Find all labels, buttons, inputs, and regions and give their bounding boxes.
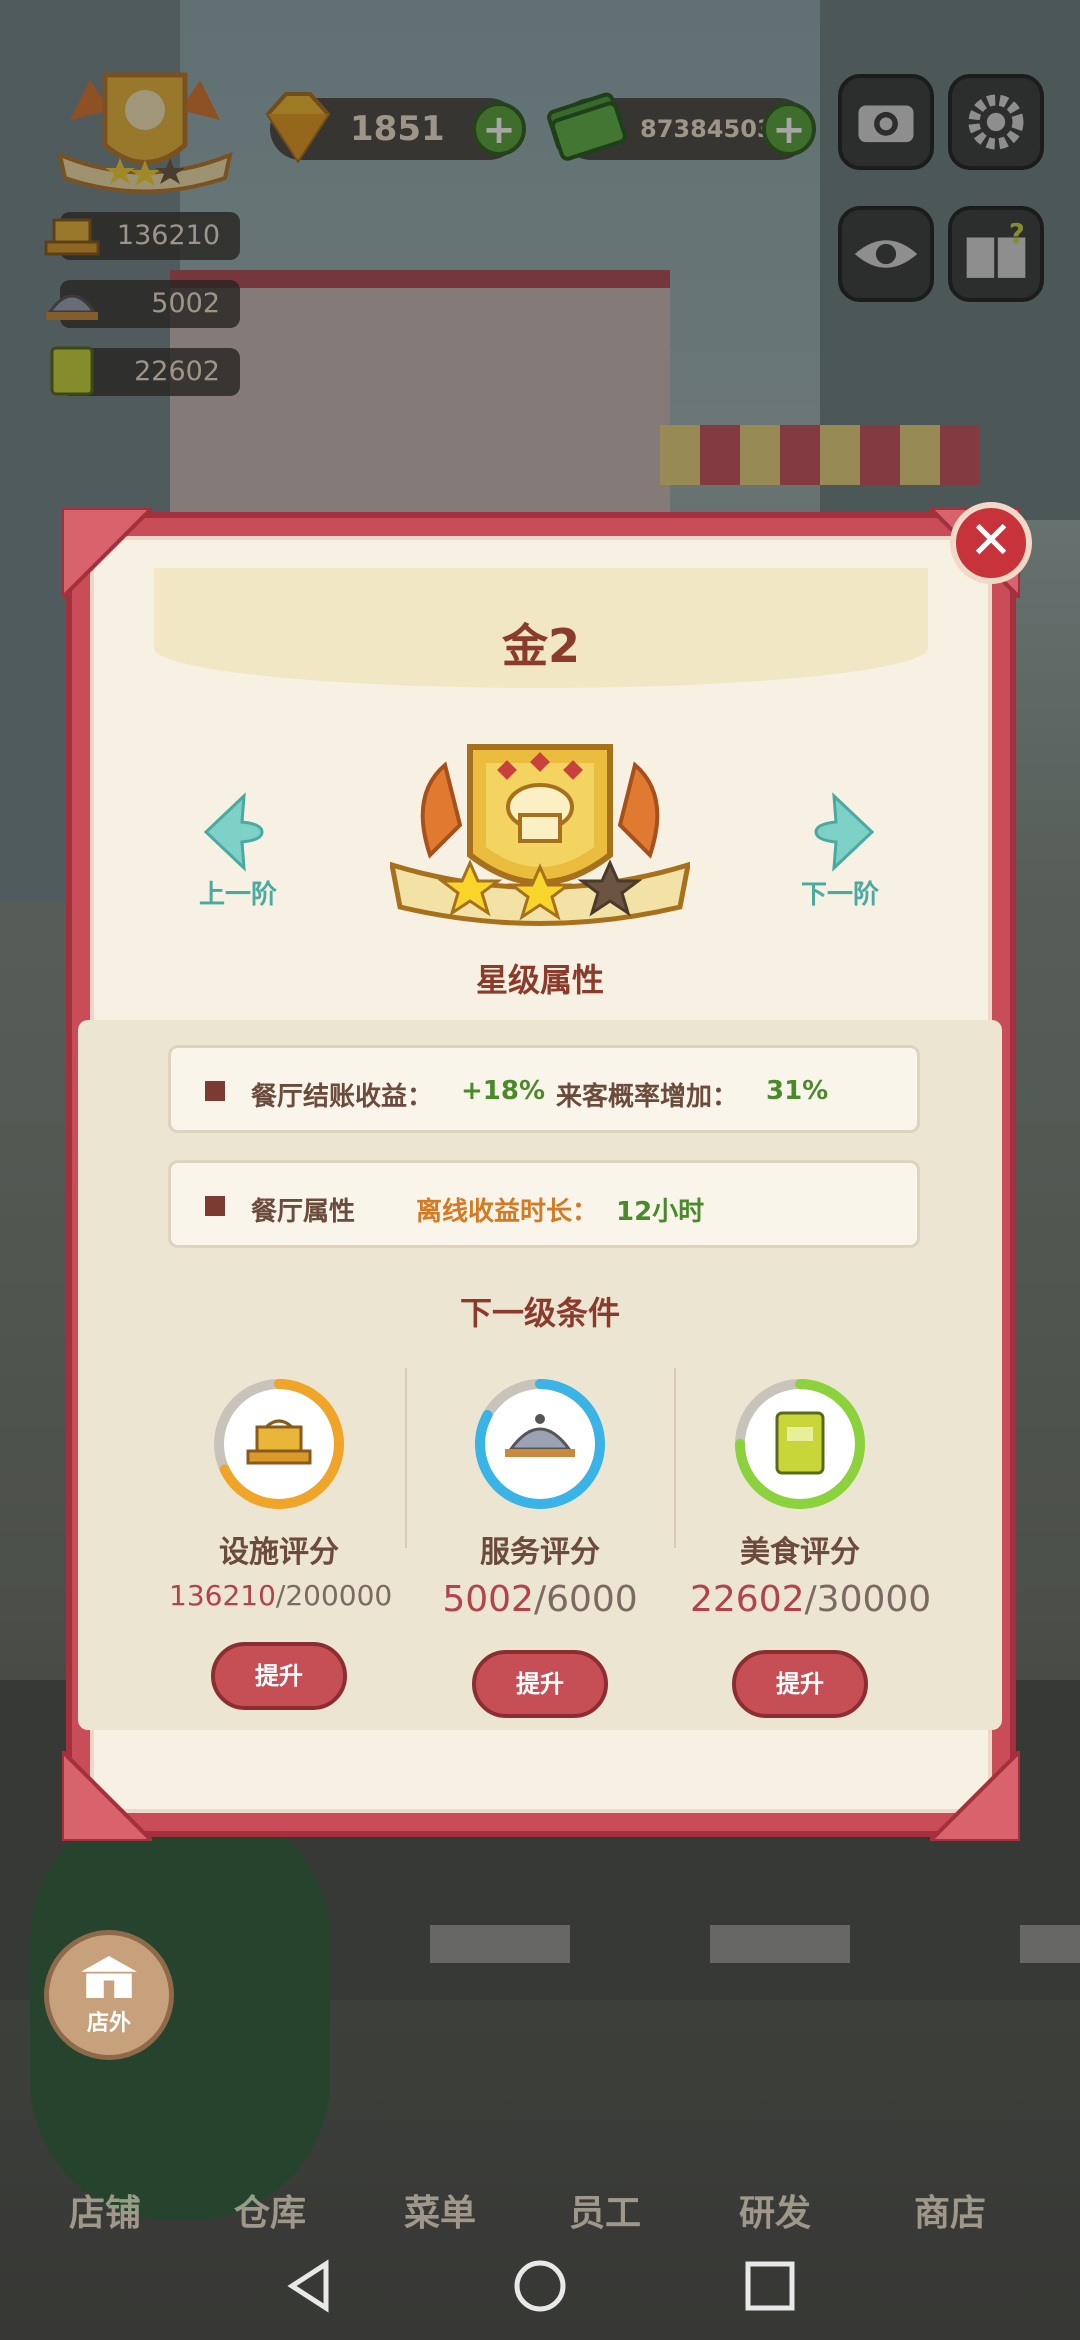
bullet-square	[205, 1196, 225, 1216]
bottom-tab-bar: 店铺 仓库 菜单 员工 研发 商店	[0, 2130, 1080, 2240]
divider	[674, 1368, 676, 1548]
visitor-rate-value: 31%	[766, 1076, 829, 1106]
prev-tier-button[interactable]: 上一阶	[168, 790, 308, 911]
back-nav-button[interactable]	[282, 2258, 338, 2318]
attribute-row-offline: 餐厅属性 离线收益时长： 12小时	[168, 1160, 920, 1248]
service-score-block: 服务评分 5002/6000 提升	[430, 1375, 650, 1718]
tab-menu[interactable]: 菜单	[365, 2184, 515, 2236]
food-score-label: 美食评分	[740, 1535, 860, 1570]
tab-shop[interactable]: 商店	[875, 2184, 1025, 2236]
food-progress-ring	[731, 1375, 869, 1513]
corner-ribbon	[62, 1751, 152, 1841]
facility-score-block: 设施评分 136210/200000 提升	[169, 1375, 393, 1710]
checkout-income-value: +18%	[461, 1076, 546, 1106]
arrow-left-icon	[203, 792, 264, 872]
corner-ribbon	[62, 508, 152, 598]
outside-shop-button[interactable]: 店外	[44, 1930, 174, 2060]
service-score-value: 5002/6000	[442, 1579, 638, 1620]
system-navigation-bar	[0, 2230, 1080, 2340]
offline-income-label: 离线收益时长：	[416, 1197, 599, 1227]
home-nav-button[interactable]	[512, 2258, 568, 2318]
next-tier-label: 下一阶	[800, 880, 879, 910]
offline-income-value: 12小时	[616, 1197, 705, 1227]
food-score-block: 美食评分 22602/30000 提升	[690, 1375, 932, 1718]
service-score-label: 服务评分	[480, 1535, 600, 1570]
recents-nav-button[interactable]	[742, 2258, 798, 2318]
storefront-icon	[81, 1956, 137, 1998]
next-level-conditions-title: 下一级条件	[459, 1294, 620, 1332]
star-attributes-title: 星级属性	[475, 961, 604, 999]
close-button[interactable]: ✕	[950, 502, 1032, 584]
dialog-title: 金2	[501, 619, 580, 673]
tab-research[interactable]: 研发	[700, 2184, 850, 2236]
upgrade-service-button[interactable]: 提升	[472, 1650, 608, 1718]
divider	[405, 1368, 407, 1548]
upgrade-facility-button[interactable]: 提升	[211, 1642, 347, 1710]
facility-progress-ring	[210, 1375, 348, 1513]
upgrade-food-button[interactable]: 提升	[732, 1650, 868, 1718]
next-tier-button[interactable]: 下一阶	[770, 790, 910, 911]
facility-score-label: 设施评分	[219, 1535, 339, 1570]
service-progress-ring	[471, 1375, 609, 1513]
arrow-right-icon	[814, 792, 875, 872]
tab-warehouse[interactable]: 仓库	[195, 2184, 345, 2236]
food-score-value: 22602/30000	[690, 1579, 932, 1620]
facility-score-value: 136210/200000	[169, 1579, 393, 1612]
bullet-square	[205, 1081, 225, 1101]
prev-tier-label: 上一阶	[198, 880, 277, 910]
recents-square-icon	[745, 2261, 795, 2311]
gold-rank-emblem-icon	[390, 744, 690, 926]
home-circle-icon	[514, 2260, 566, 2312]
outside-shop-label: 店外	[86, 2011, 131, 2036]
corner-ribbon	[930, 1751, 1020, 1841]
checkout-income-label: 餐厅结账收益：	[251, 1082, 434, 1112]
attribute-row-income: 餐厅结账收益： +18% 来客概率增加： 31%	[168, 1045, 920, 1133]
visitor-rate-label: 来客概率增加：	[556, 1082, 739, 1112]
tab-staff[interactable]: 员工	[530, 2184, 680, 2236]
back-triangle-icon	[287, 2259, 329, 2313]
tab-store[interactable]: 店铺	[30, 2184, 180, 2236]
restaurant-attribute-label: 餐厅属性	[251, 1197, 356, 1227]
